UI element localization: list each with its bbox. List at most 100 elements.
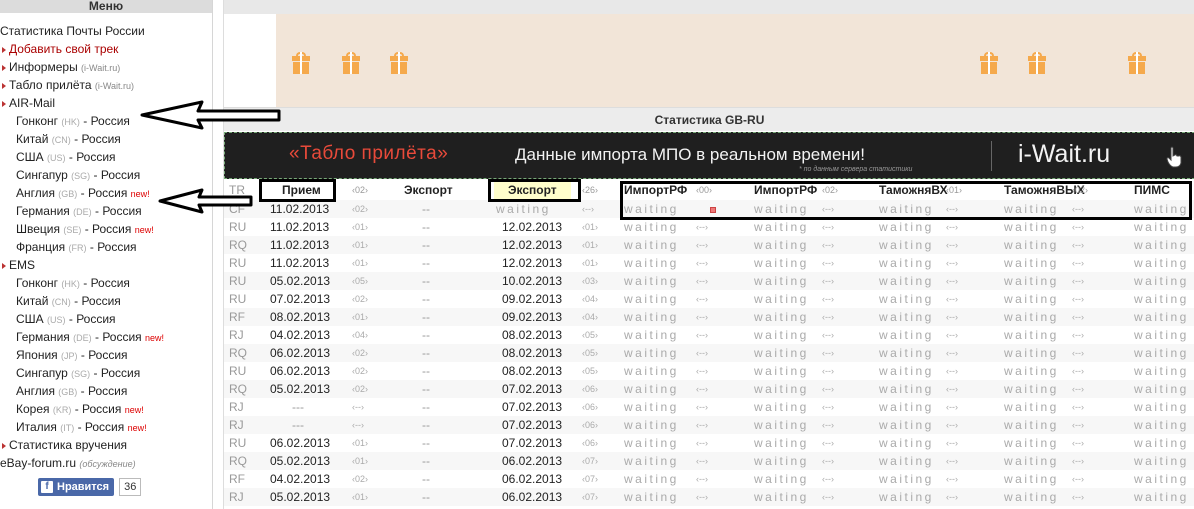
menu-item[interactable]: Сингапур (SG) - Россия xyxy=(0,166,213,184)
menu-item[interactable]: Гонконг (HK) - Россия xyxy=(0,274,213,292)
menu-item[interactable]: Швеция (SE) - Россия new! xyxy=(0,220,213,238)
cell-waiting: waiting xyxy=(879,328,934,342)
table-row: RJ 05.02.2013 ‹01› -- 06.02.2013 ‹07› waiting ‹… xyxy=(224,488,1194,506)
cell-delta: ‹--› xyxy=(822,456,834,466)
bullet-arrow-icon xyxy=(2,262,6,269)
menu-item[interactable]: Китай (CN) - Россия xyxy=(0,292,213,310)
promo-banner[interactable] xyxy=(276,14,1194,107)
country-code: (KR) xyxy=(52,405,72,415)
menu-item[interactable]: Табло прилёта (i-Wait.ru) xyxy=(0,76,213,94)
menu-item[interactable]: США (US) - Россия xyxy=(0,148,213,166)
menu-item[interactable]: Корея (KR) - Россия new! xyxy=(0,400,213,418)
cell-delta: ‹--› xyxy=(696,240,708,250)
menu-item[interactable]: Статистика Почты России xyxy=(0,22,213,40)
cell-waiting: waiting xyxy=(754,310,809,324)
menu-item-label: Англия xyxy=(16,186,55,200)
cell-waiting: waiting xyxy=(754,400,809,414)
menu-item[interactable]: США (US) - Россия xyxy=(0,310,213,328)
cell-waiting: waiting xyxy=(754,256,809,270)
new-badge: new! xyxy=(127,423,147,433)
cell-delta: ‹05› xyxy=(582,348,599,358)
menu-item[interactable]: Сингапур (SG) - Россия xyxy=(0,364,213,382)
cell-waiting: waiting xyxy=(1004,346,1059,360)
menu-item[interactable]: Англия (GB) - Россия xyxy=(0,382,213,400)
cell-export: -- xyxy=(422,454,430,468)
cell-export2: 06.02.2013 xyxy=(502,472,563,486)
route-destination: - Россия xyxy=(94,204,142,218)
i-wait-banner[interactable]: «Табло прилёта» Данные импорта МПО в реа… xyxy=(224,132,1194,179)
route-destination: - Россия xyxy=(89,240,137,254)
country-code: (DE) xyxy=(73,333,92,343)
bullet-arrow-icon xyxy=(2,46,6,53)
country-code: (CN) xyxy=(51,297,71,307)
cell-delta: ‹02› xyxy=(352,366,369,376)
cell-delta: ‹01› xyxy=(352,492,369,502)
cell-priem: 05.02.2013 xyxy=(270,382,331,396)
table-row: RJ --- ‹--› -- 07.02.2013 ‹06› waiting ‹--› wait… xyxy=(224,416,1194,434)
cell-delta: ‹--› xyxy=(696,330,708,340)
cell-waiting: waiting xyxy=(624,238,679,252)
cell-export2: 09.02.2013 xyxy=(502,292,563,306)
cell-export: -- xyxy=(422,292,430,306)
bullet-arrow-icon xyxy=(2,100,6,107)
cell-export: -- xyxy=(422,220,430,234)
cell-export: -- xyxy=(422,364,430,378)
cell-waiting: waiting xyxy=(1134,256,1189,270)
menu-item-label: США xyxy=(16,150,44,164)
menu-item-label: Статистика вручения xyxy=(9,438,128,452)
cell-waiting: waiting xyxy=(1134,400,1189,414)
cell-priem: 05.02.2013 xyxy=(270,274,331,288)
cell-code: RQ xyxy=(229,382,247,396)
menu-item-label: AIR-Mail xyxy=(9,96,56,110)
cell-export2: 08.02.2013 xyxy=(502,346,563,360)
menu-item[interactable]: EMS xyxy=(0,256,213,274)
menu-item[interactable]: eBay-forum.ru (обсуждение) xyxy=(0,454,213,472)
cell-export: -- xyxy=(422,328,430,342)
menu-item[interactable]: Германия (DE) - Россия new! xyxy=(0,328,213,346)
cell-delta: ‹02› xyxy=(352,384,369,394)
cell-delta: ‹--› xyxy=(1072,402,1084,412)
menu-item[interactable]: Статистика вручения xyxy=(0,436,213,454)
cell-delta: ‹--› xyxy=(822,204,834,214)
cell-waiting: waiting xyxy=(879,256,934,270)
cell-waiting: waiting xyxy=(624,256,679,270)
cell-delta: ‹--› xyxy=(1072,276,1084,286)
menu-item[interactable]: Англия (GB) - Россия new! xyxy=(0,184,213,202)
table-row: RU 11.02.2013 ‹01› -- 12.02.2013 ‹01› waiting ‹… xyxy=(224,218,1194,236)
menu-item-label: Китай xyxy=(16,132,49,146)
cell-delta: ‹--› xyxy=(1072,438,1084,448)
menu-item-label: Германия xyxy=(16,330,70,344)
menu-item-label: Япония xyxy=(16,348,58,362)
route-destination: - Россия xyxy=(80,186,128,200)
table-row: RQ 05.02.2013 ‹02› -- 07.02.2013 ‹06› waiting ‹… xyxy=(224,380,1194,398)
cell-waiting: waiting xyxy=(624,472,679,486)
cell-waiting: waiting xyxy=(754,364,809,378)
col-header-export2: Экспорт xyxy=(494,181,571,199)
pointer-hand-icon xyxy=(1166,146,1182,168)
cell-delta: ‹--› xyxy=(946,276,958,286)
facebook-like-button[interactable]: f Нравится xyxy=(38,478,115,496)
menu-item[interactable]: Китай (CN) - Россия xyxy=(0,130,213,148)
cell-delta: ‹06› xyxy=(582,438,599,448)
cell-code: RJ xyxy=(229,418,244,432)
menu-item[interactable]: AIR-Mail xyxy=(0,94,213,112)
cell-waiting: waiting xyxy=(1004,292,1059,306)
sidebar-menu: Меню Статистика Почты России Добавить сво… xyxy=(0,0,213,509)
menu-item[interactable]: Германия (DE) - Россия xyxy=(0,202,213,220)
cell-waiting: waiting xyxy=(879,292,934,306)
like-widget: f Нравится 36 xyxy=(38,478,142,496)
menu-item[interactable]: Япония (JP) - Россия xyxy=(0,346,213,364)
menu-item[interactable]: Добавить свой трек xyxy=(0,40,213,58)
menu-item[interactable]: Гонконг (HK) - Россия xyxy=(0,112,213,130)
menu-item-label: США xyxy=(16,312,44,326)
menu-item[interactable]: Италия (IT) - Россия new! xyxy=(0,418,213,436)
bullet-arrow-icon xyxy=(2,82,6,89)
cell-waiting: waiting xyxy=(1004,310,1059,324)
col-header-delta: ‹02› xyxy=(1072,185,1089,195)
cell-export: -- xyxy=(422,490,430,504)
menu-item-label: Сингапур xyxy=(16,366,68,380)
menu-item[interactable]: Франция (FR) - Россия xyxy=(0,238,213,256)
cell-waiting: waiting xyxy=(1004,328,1059,342)
menu-item[interactable]: Информеры (i-Wait.ru) xyxy=(0,58,213,76)
cell-waiting: waiting xyxy=(1134,382,1189,396)
